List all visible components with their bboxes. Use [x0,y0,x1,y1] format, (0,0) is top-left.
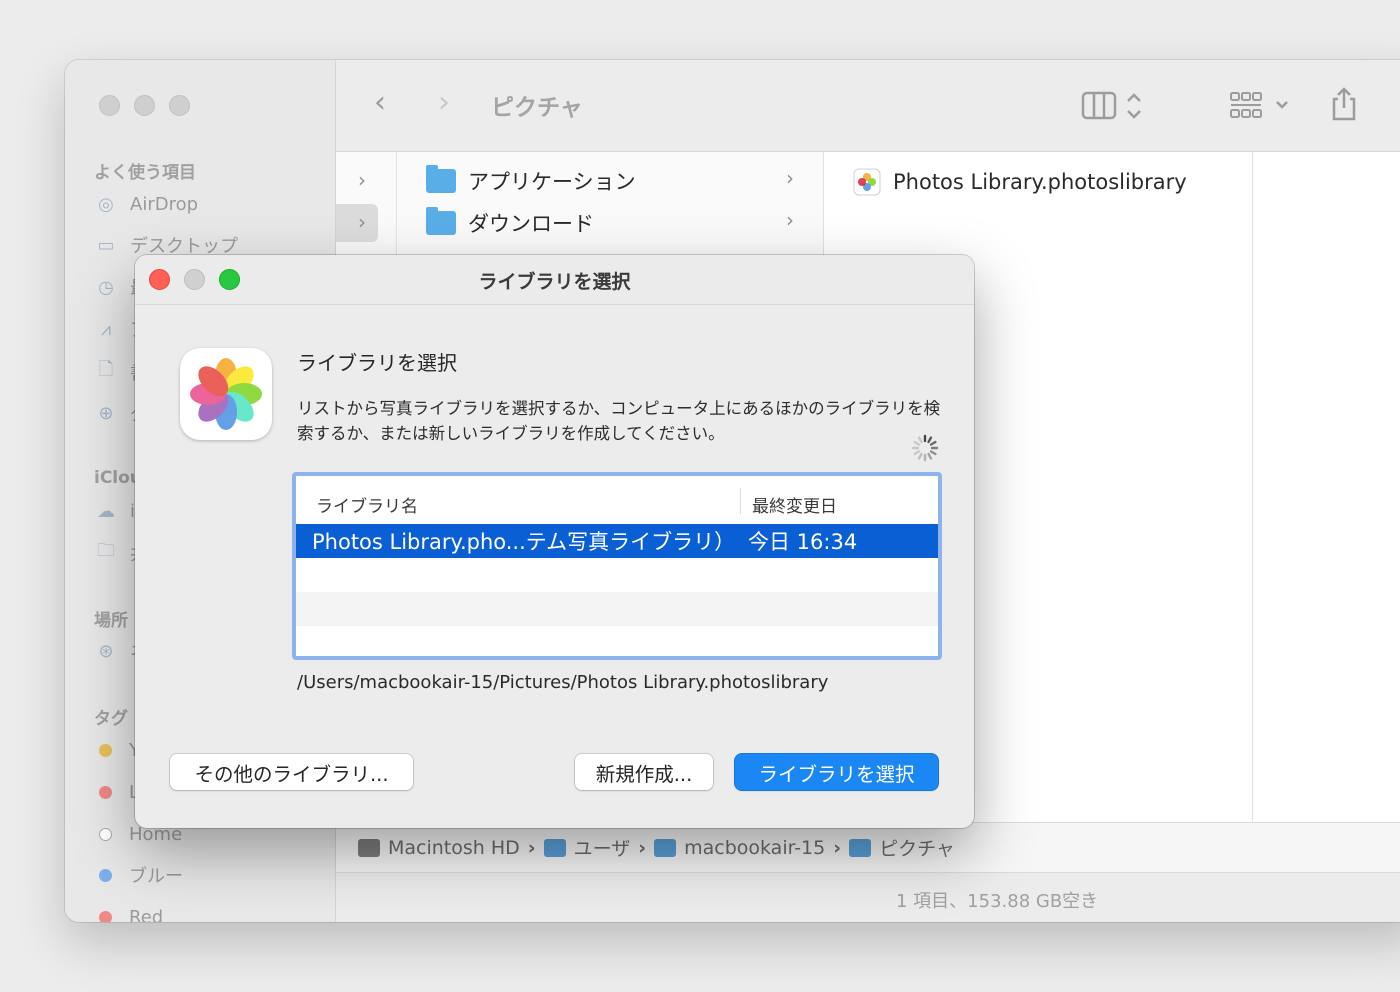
list-item-label: アプリケーション [468,170,636,194]
chevron-right-icon: › [833,836,842,859]
download-icon: ⊕ [98,402,114,424]
sidebar-section-tags: タグ [94,709,128,729]
status-bar: 1 項目、153.88 GB空き [336,872,1400,922]
dialog-description: リストから写真ライブラリを選択するか、コンピュータ上にあるほかのライブラリを検索… [297,399,941,443]
chevron-right-icon: › [527,836,536,859]
new-library-button[interactable]: 新規作成... [575,754,713,790]
pictures-folder-icon [849,838,872,857]
list-item-label: Photos Library.photoslibrary [893,170,1187,194]
chevron-right-icon: › [786,166,794,190]
tag-dot-icon [99,868,112,882]
chevron-right-icon: › [786,208,794,232]
list-item[interactable]: アプリケーション › [426,164,806,198]
close-button[interactable] [99,95,120,116]
list-item[interactable]: ダウンロード › [426,206,806,240]
library-name-cell: Photos Library.pho...テム写真ライブラリ） [312,530,736,554]
sidebar-section-locations: 場所 [94,611,128,631]
group-icon[interactable] [1229,90,1291,128]
applications-folder-icon [426,165,456,193]
choose-library-dialog: ライブラリを選択 ライブラリを選択 リストから写真ライブラリを選択するか、コンピ… [135,255,974,828]
sidebar-item-airdrop[interactable]: ◎ AirDrop [94,190,198,218]
library-table[interactable]: ライブラリ名 最終変更日 Photos Library.pho...テム写真ライ… [292,472,942,660]
selected-row-highlight [336,204,378,242]
desktop-icon: ▭ [97,234,115,256]
network-icon: ⊛ [98,640,114,662]
tag-dot-icon [99,910,112,922]
clock-icon: ◷ [98,276,114,298]
photos-library-icon [853,168,881,196]
sidebar-item-tag[interactable]: ブルー [94,861,183,889]
path-segment[interactable]: Macintosh HD [388,837,520,859]
column-divider [740,488,741,514]
sidebar-item-icloud-drive[interactable]: ☁ i [94,497,135,525]
tag-dot-icon [99,743,112,757]
column-header-name[interactable]: ライブラリ名 [316,492,418,517]
sidebar-item-tag[interactable]: Red [94,903,163,922]
chevron-right-icon: › [358,210,366,234]
sidebar-item-label: AirDrop [130,193,199,215]
sidebar-section-favorites: よく使う項目 [94,163,196,183]
applications-icon: ⩘ [100,318,112,340]
airdrop-icon: ◎ [98,193,114,215]
back-button[interactable]: ‹ [374,88,386,118]
sidebar-item-tag[interactable]: L [94,778,139,806]
table-header: ライブラリ名 最終変更日 [296,476,938,524]
cloud-icon: ☁ [97,500,115,522]
library-modified-cell: 今日 16:34 [748,530,858,554]
tag-dot-icon [99,827,112,841]
list-item[interactable]: Photos Library.photoslibrary [853,165,1233,199]
downloads-folder-icon [426,207,456,235]
list-item-label: ダウンロード [468,212,594,236]
sidebar-item-label: ブルー [129,866,183,887]
table-row-empty [296,626,938,656]
sidebar-item-tag[interactable]: Y [94,736,140,764]
minimize-button[interactable] [134,95,155,116]
tag-dot-icon [99,785,112,799]
dialog-heading: ライブラリを選択 [297,351,457,375]
hard-drive-icon [358,838,380,857]
users-folder-icon [543,838,566,857]
table-row-empty [296,592,938,626]
share-icon[interactable] [1329,86,1359,128]
chevron-right-icon: › [358,168,366,192]
choose-library-button[interactable]: ライブラリを選択 [735,754,938,790]
photos-app-icon [180,348,272,440]
library-path: /Users/macbookair-15/Pictures/Photos Lib… [297,672,829,693]
view-columns-icon[interactable] [1081,90,1147,128]
status-text: 1 項目、153.88 GB空き [896,891,1099,912]
path-segment[interactable]: macbookair-15 [684,837,825,859]
path-bar: Macintosh HD › ユーザ › macbookair-15 › ピクチ… [336,822,1400,872]
table-row[interactable]: Photos Library.pho...テム写真ライブラリ） 今日 16:34 [296,524,938,558]
forward-button[interactable]: › [438,88,450,118]
path-segment[interactable]: ピクチャ [879,834,955,861]
zoom-button[interactable] [169,95,190,116]
table-row-empty [296,558,938,592]
loading-spinner-icon [910,433,940,463]
other-library-button[interactable]: その他のライブラリ... [170,754,413,790]
shared-folder-icon: 🗀 [97,540,115,561]
chevron-right-icon: › [638,836,647,859]
path-segment[interactable]: ユーザ [574,834,631,861]
finder-window-controls [99,95,190,116]
document-icon: 🗋 [98,359,114,380]
window-title: ピクチャ [491,95,583,121]
dialog-title: ライブラリを選択 [478,271,631,293]
home-folder-icon [654,838,677,857]
dialog-titlebar: ライブラリを選択 [135,255,974,305]
finder-toolbar: ‹ › ピクチャ [336,60,1400,152]
sidebar-item-label: Red [129,906,164,923]
column-header-modified[interactable]: 最終変更日 [752,492,837,517]
